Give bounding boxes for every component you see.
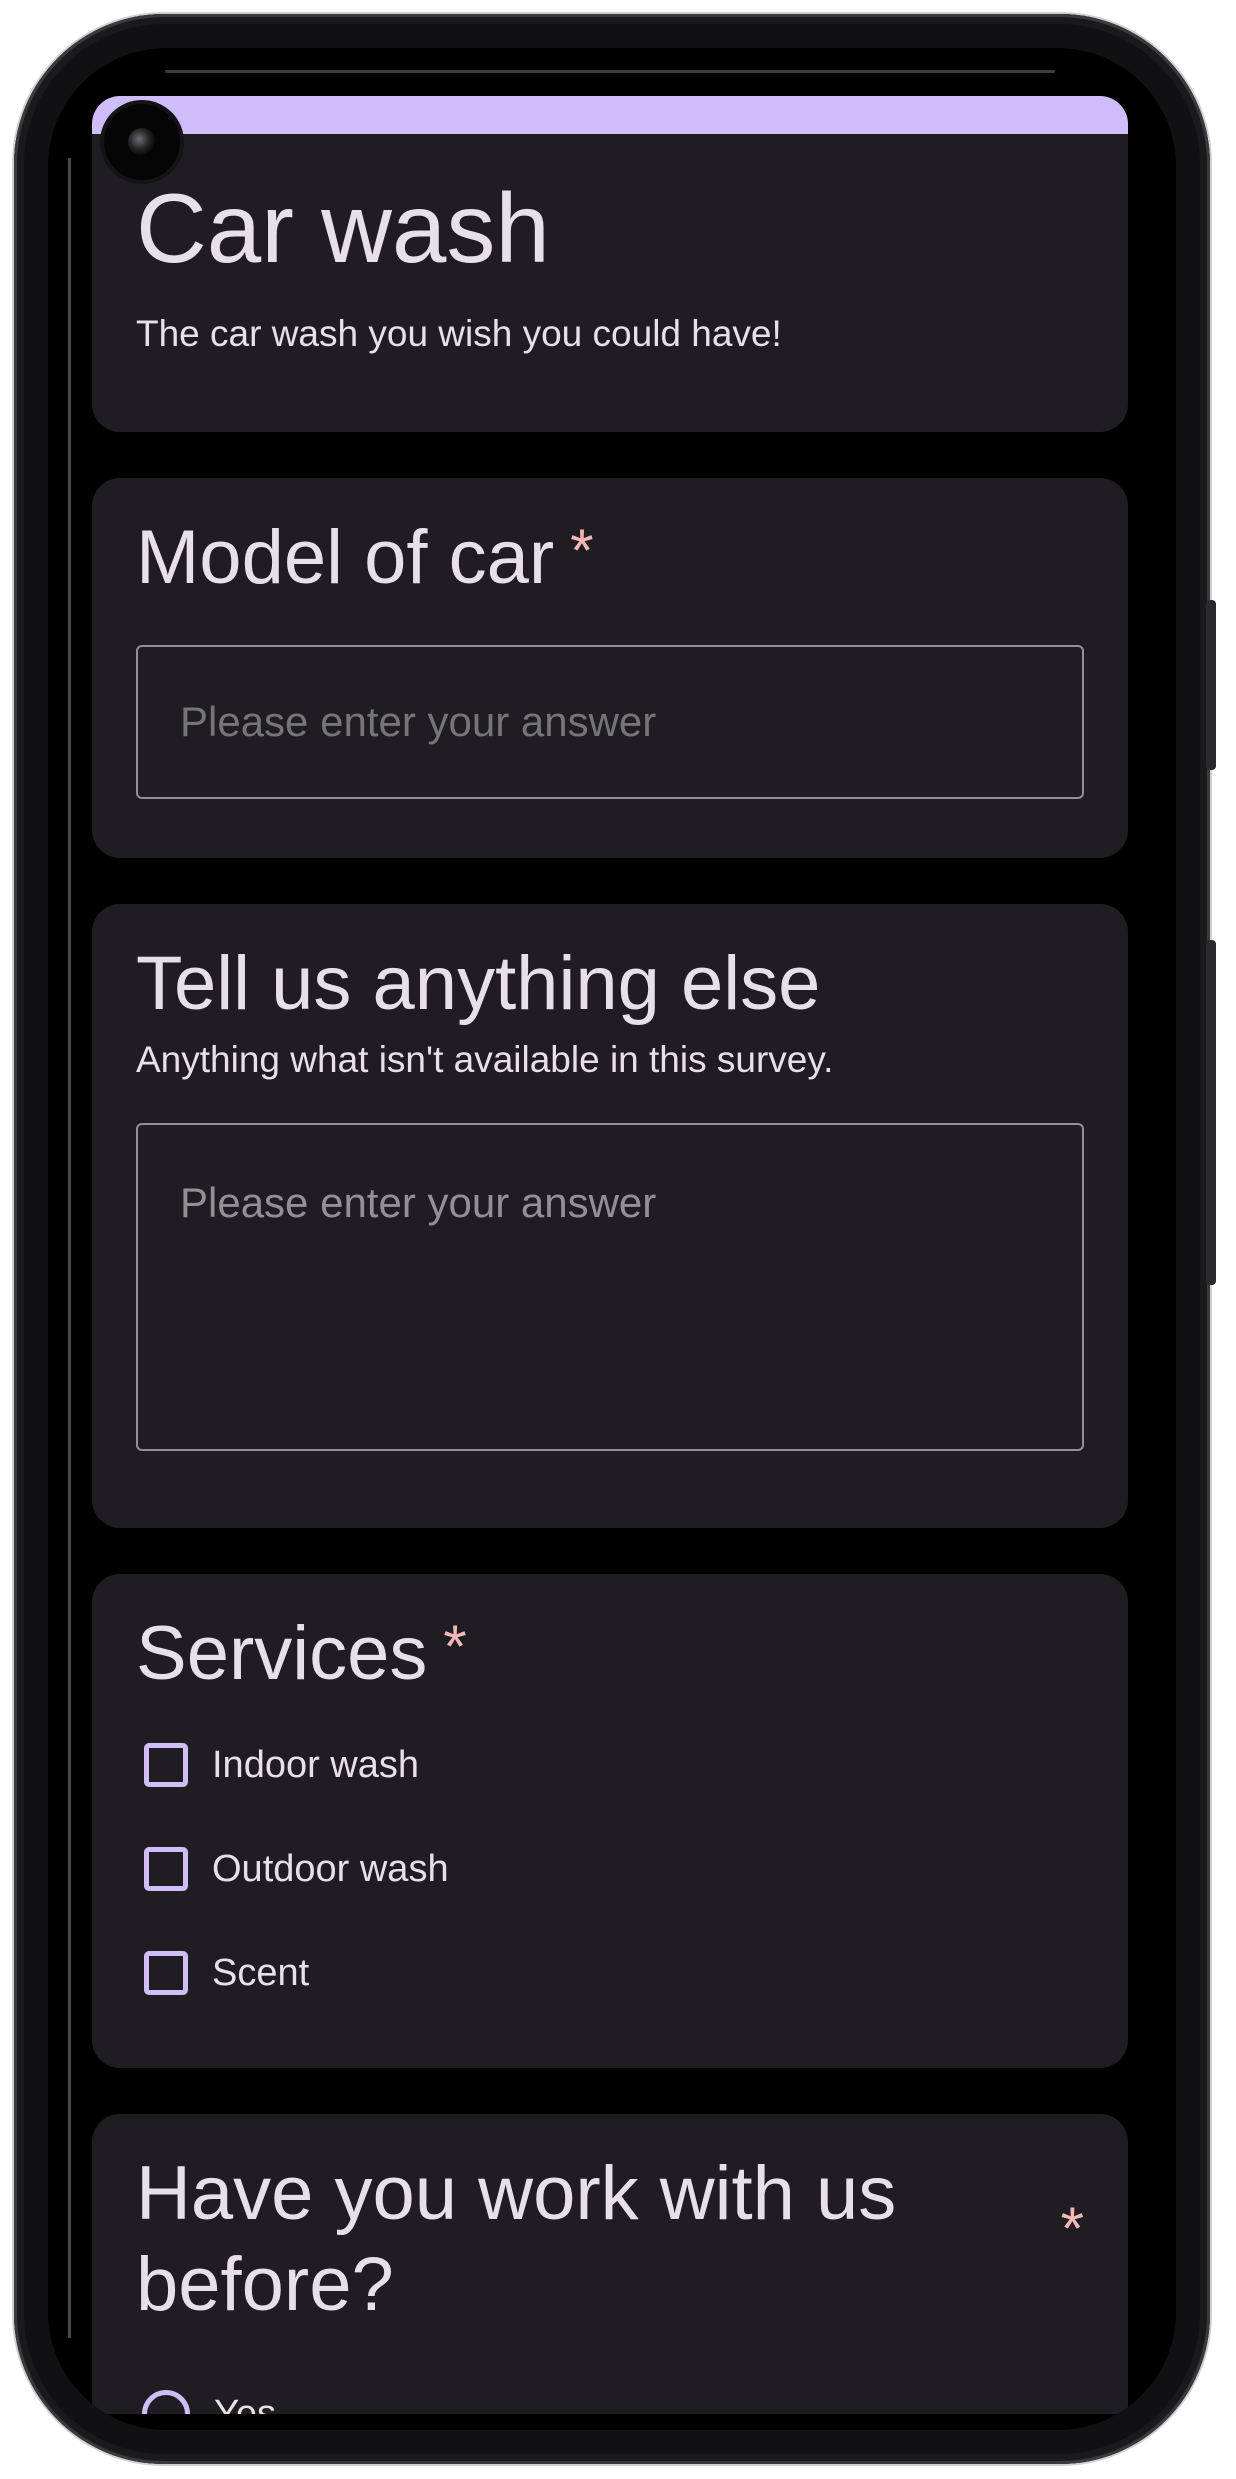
question-title-text: Services <box>136 1611 428 1696</box>
form-description: The car wash you wish you could have! <box>136 312 782 354</box>
required-asterisk: * <box>1060 2195 1084 2262</box>
question-title: Model of car * <box>136 512 1084 603</box>
textarea-placeholder: Please enter your answer <box>180 1179 657 1227</box>
checkbox-label: Indoor wash <box>212 1743 420 1786</box>
checkbox-label: Scent <box>212 1951 310 1994</box>
form-content: Car wash The car wash you wish you could… <box>92 96 1128 2430</box>
checkbox-option-indoor-wash[interactable]: Indoor wash <box>136 1713 1084 1817</box>
form-header-card: Car wash The car wash you wish you could… <box>92 96 1128 432</box>
question-title: Services * <box>136 1608 1084 1699</box>
question-card-worked-before: Have you work with us before? * Yes <box>92 2114 1128 2414</box>
required-asterisk: * <box>443 1613 467 1680</box>
camera-lens <box>128 128 156 156</box>
question-title: Have you work with us before? <box>136 2151 897 2328</box>
form-title: Car wash <box>136 173 550 283</box>
screen-edge <box>68 158 71 2338</box>
model-of-car-input[interactable] <box>136 645 1084 800</box>
checkbox-option-outdoor-wash[interactable]: Outdoor wash <box>136 1817 1084 1921</box>
anything-else-textarea[interactable]: Please enter your answer <box>136 1123 1084 1452</box>
radio-option-yes[interactable]: Yes <box>136 2384 276 2414</box>
question-card-services: Services * Indoor wash Outdoor wash Scent <box>92 1574 1128 2068</box>
question-description: Anything what isn't available in this su… <box>136 1039 834 1081</box>
earpiece-speaker <box>165 70 1055 73</box>
volume-button <box>1206 940 1216 1285</box>
checkbox-unchecked-icon[interactable] <box>144 1951 188 1996</box>
checkbox-unchecked-icon[interactable] <box>144 1847 188 1892</box>
radio-unchecked-icon[interactable] <box>142 2390 190 2414</box>
screen: Car wash The car wash you wish you could… <box>48 48 1176 2430</box>
checkbox-option-scent[interactable]: Scent <box>136 1921 1084 2025</box>
power-button <box>1206 600 1216 770</box>
question-title-text: Model of car <box>136 515 555 600</box>
radio-label: Yes <box>214 2392 276 2415</box>
checkbox-unchecked-icon[interactable] <box>144 1743 188 1788</box>
checkbox-label: Outdoor wash <box>212 1847 449 1890</box>
question-card-model: Model of car * <box>92 478 1128 858</box>
front-camera-icon <box>104 104 180 180</box>
required-asterisk: * <box>570 517 594 584</box>
question-title: Tell us anything else <box>136 941 821 1026</box>
question-card-anything-else: Tell us anything else Anything what isn'… <box>92 904 1128 1528</box>
